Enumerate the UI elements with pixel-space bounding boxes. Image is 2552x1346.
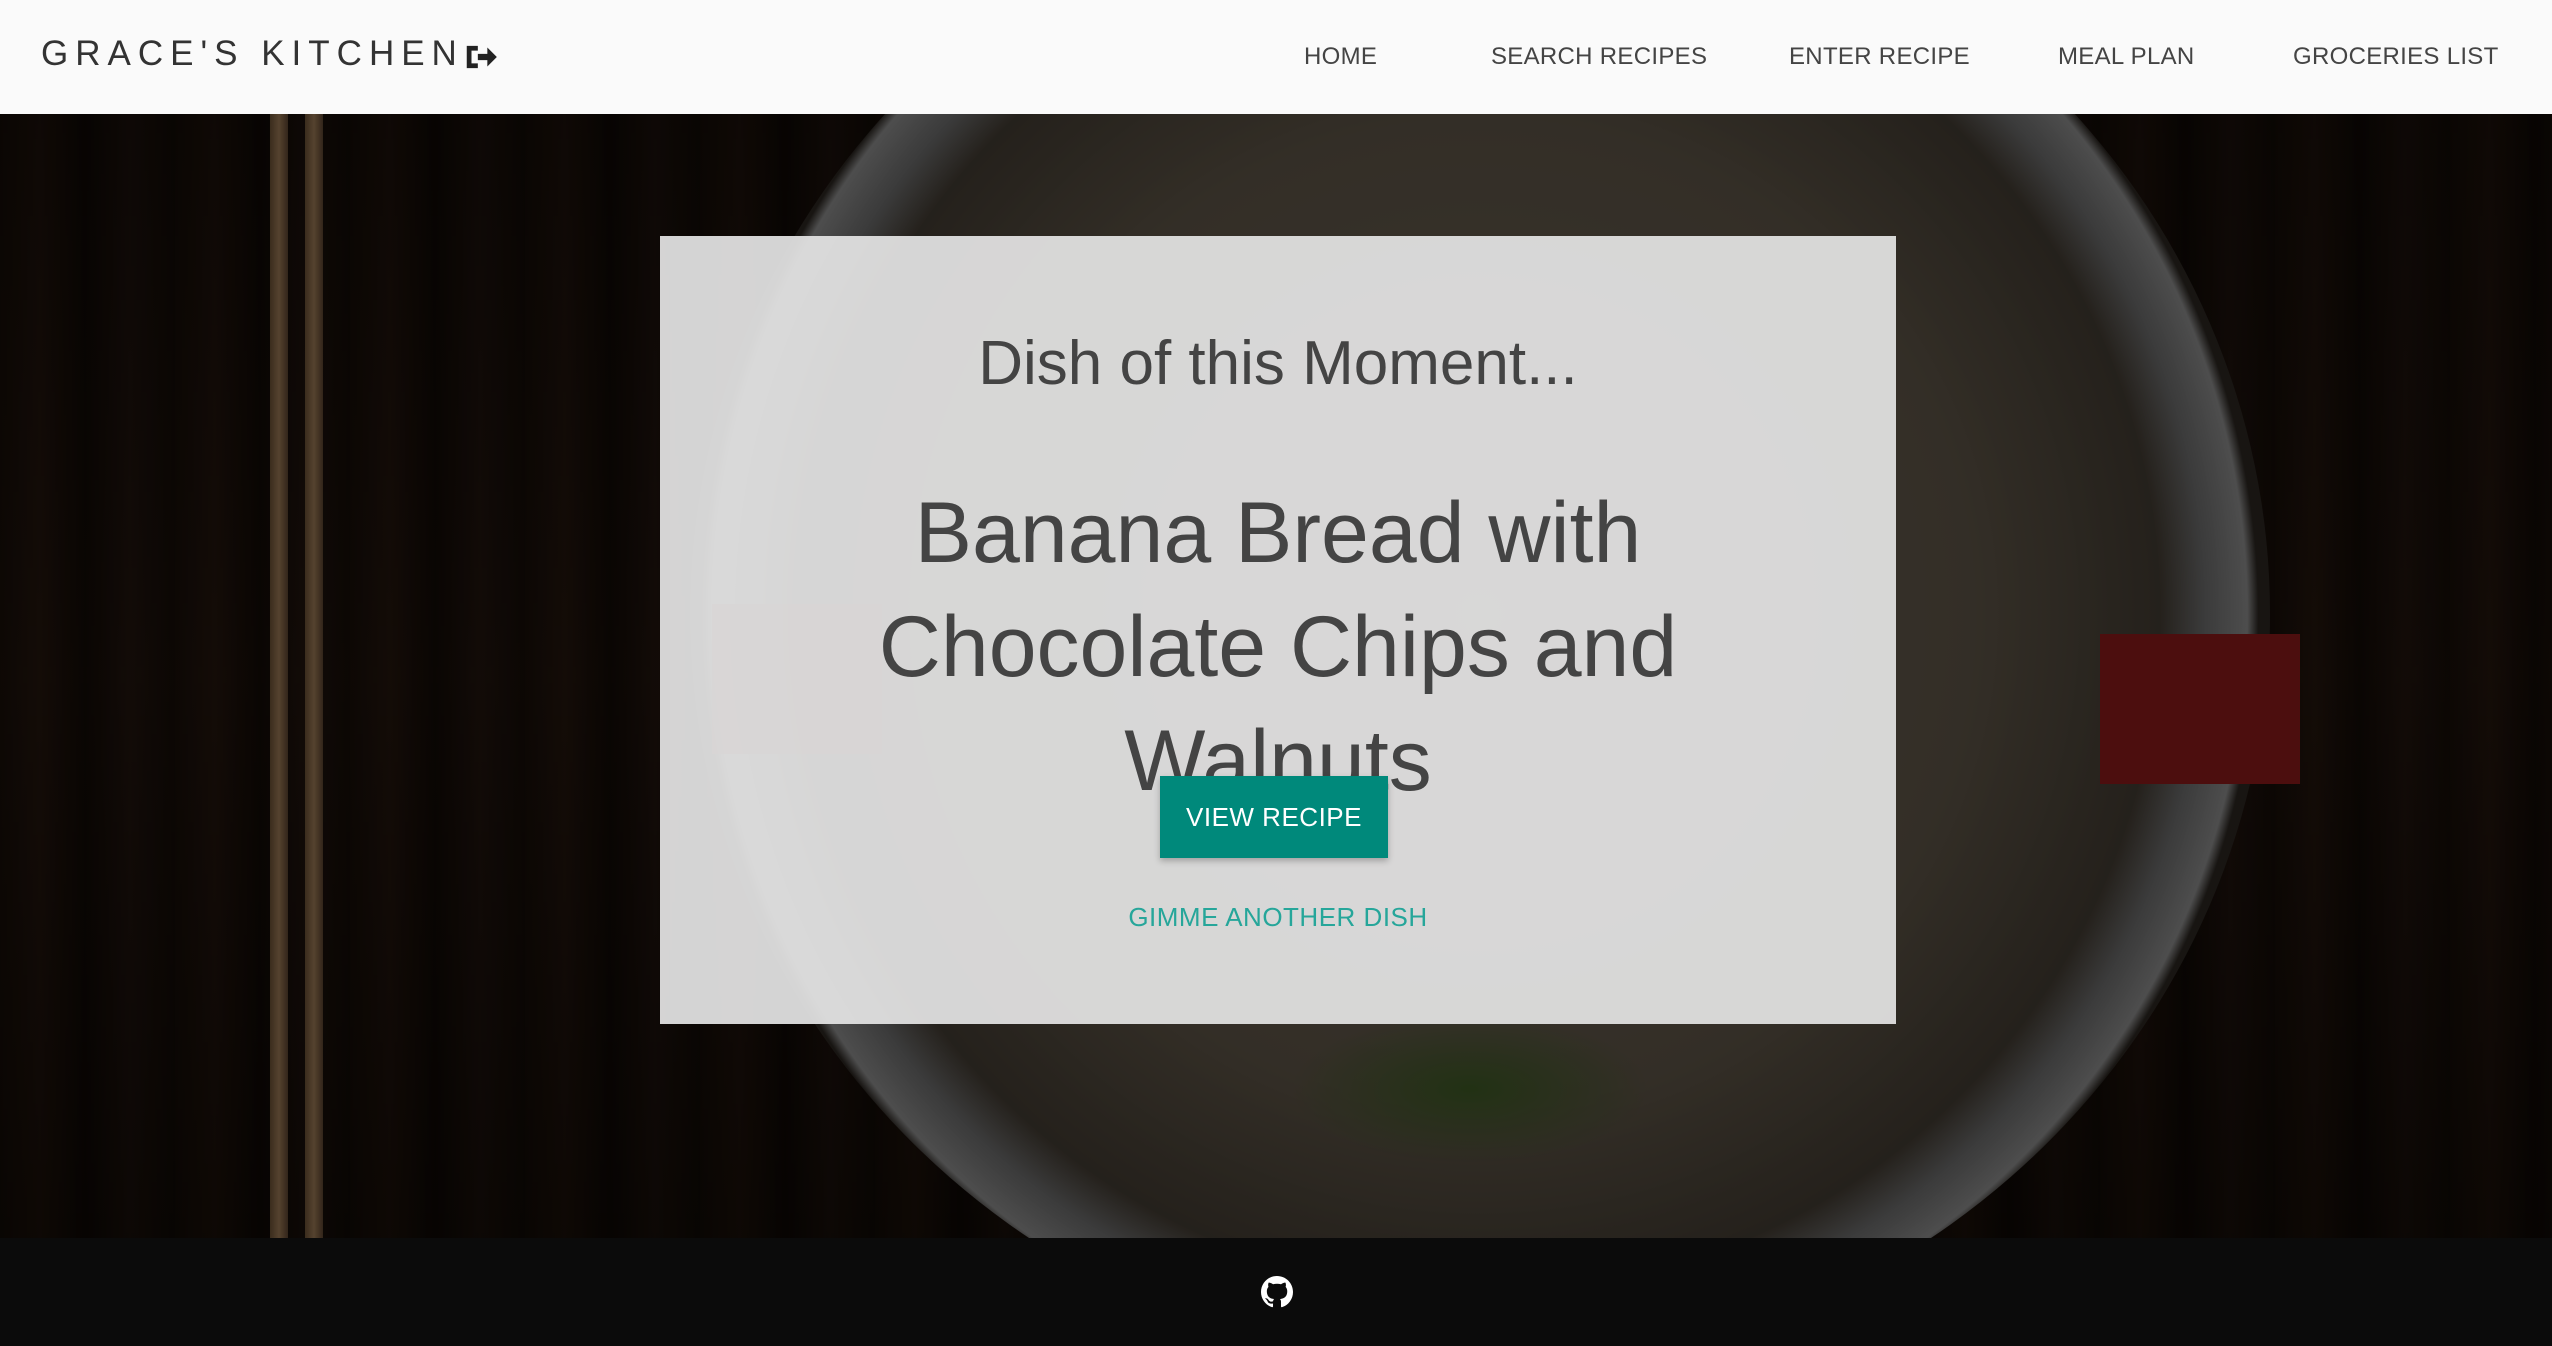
nav-home[interactable]: HOME: [1304, 43, 1377, 71]
github-icon-graphic: [1261, 1276, 1293, 1308]
brand-logo-text[interactable]: GRACE'S KITCHEN: [41, 34, 464, 74]
nav-enter-recipe[interactable]: ENTER RECIPE: [1789, 43, 1970, 71]
dish-title: Banana Bread with Chocolate Chips and Wa…: [878, 485, 1678, 809]
page-footer: [0, 1238, 2552, 1346]
gimme-another-dish-link[interactable]: GIMME ANOTHER DISH: [660, 902, 1896, 933]
nav-groceries-list[interactable]: GROCERIES LIST: [2293, 43, 2499, 71]
nav-search-recipes[interactable]: SEARCH RECIPES: [1491, 43, 1707, 71]
card-subtitle: Dish of this Moment...: [978, 329, 1578, 398]
nav-meal-plan[interactable]: MEAL PLAN: [2058, 43, 2195, 71]
sign-out-icon-graphic: [466, 45, 497, 69]
github-icon[interactable]: [1261, 1276, 1293, 1308]
view-recipe-button[interactable]: VIEW RECIPE: [1160, 776, 1388, 858]
dish-of-moment-card: Dish of this Moment... Banana Bread with…: [660, 236, 1896, 1024]
sign-out-icon[interactable]: [462, 38, 500, 76]
top-navbar: GRACE'S KITCHEN HOME SEARCH RECIPES ENTE…: [0, 0, 2552, 114]
